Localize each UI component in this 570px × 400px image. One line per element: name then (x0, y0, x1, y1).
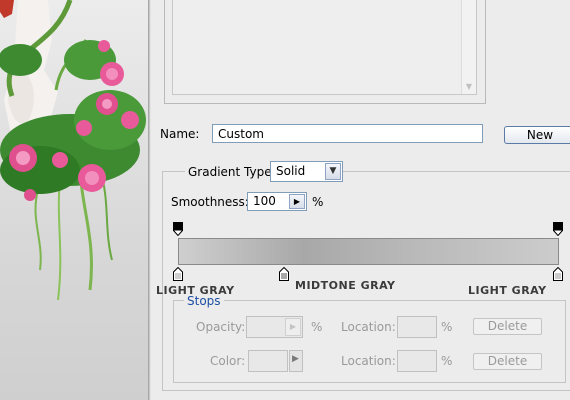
presets-scrollbar[interactable]: ▼ (461, 0, 476, 94)
gradient-preview-bar[interactable] (178, 238, 559, 265)
opacity-stop-icon[interactable] (173, 222, 183, 236)
smoothness-percent: % (312, 195, 324, 209)
midtone-stop-annotation: MIDTONE GRAY (295, 279, 396, 292)
name-label: Name: (160, 127, 200, 141)
gradient-editor-dialog: ▼ Name: New Gradient Type: Solid ▼ Smoot… (151, 0, 570, 400)
left-stop-annotation: LIGHT GRAY (156, 284, 235, 297)
right-stop-annotation: LIGHT GRAY (468, 284, 547, 297)
gradient-type-select[interactable]: Solid ▼ (270, 161, 343, 182)
presets-list[interactable]: ▼ (172, 0, 477, 95)
color-location-label: Location: (341, 354, 396, 368)
chevron-right-icon: ▶ (292, 354, 299, 364)
color-label: Color: (210, 354, 246, 368)
color-stop-icon[interactable] (173, 267, 183, 281)
color-location-percent: % (441, 354, 453, 368)
chevron-right-icon[interactable]: ▶ (289, 194, 305, 209)
chevron-down-icon[interactable]: ▼ (325, 163, 341, 180)
name-field[interactable] (212, 124, 483, 143)
scroll-down-icon[interactable]: ▼ (463, 81, 475, 93)
stops-group (173, 300, 566, 383)
opacity-input[interactable]: ▶ (246, 316, 303, 338)
opacity-percent: % (311, 320, 323, 334)
opacity-location-percent: % (441, 320, 453, 334)
opacity-location-input[interactable] (397, 316, 437, 338)
gradient-type-value: Solid (276, 164, 306, 178)
presets-group: ▼ (164, 0, 486, 104)
floral-artwork-image (0, 0, 146, 301)
smoothness-input[interactable]: 100 ▶ (247, 192, 307, 211)
delete-opacity-stop-button[interactable]: Delete (473, 318, 542, 335)
document-canvas (0, 0, 148, 400)
opacity-label: Opacity: (196, 320, 246, 334)
smoothness-label: Smoothness: (171, 195, 249, 209)
color-picker-arrow[interactable]: ▶ (289, 350, 303, 372)
opacity-stop-icon[interactable] (553, 222, 563, 236)
color-stop-icon[interactable] (553, 267, 563, 281)
delete-color-stop-button[interactable]: Delete (473, 353, 542, 370)
color-stop-icon[interactable] (279, 267, 289, 281)
chevron-right-icon[interactable]: ▶ (285, 318, 301, 336)
color-location-input[interactable] (397, 350, 437, 372)
gradient-type-label: Gradient Type: (185, 165, 279, 179)
new-button[interactable]: New (504, 126, 570, 144)
smoothness-value: 100 (253, 194, 276, 208)
opacity-location-label: Location: (341, 320, 396, 334)
color-swatch[interactable] (248, 350, 288, 372)
